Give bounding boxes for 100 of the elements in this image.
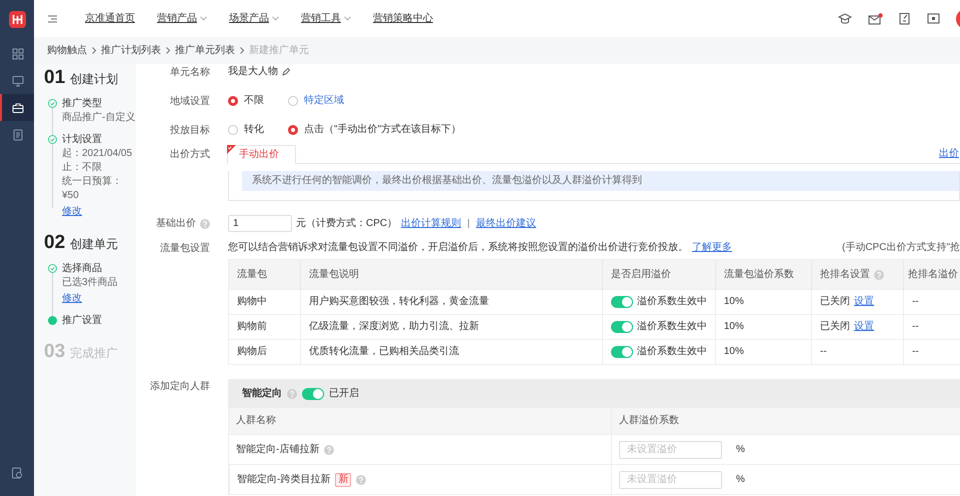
help-link[interactable]: 出价计算规则 xyxy=(401,218,462,230)
table-cell: -- xyxy=(904,314,960,340)
substep-detail: 商品推广-自定义 xyxy=(62,112,136,124)
toggle-switch[interactable] xyxy=(610,296,633,308)
toggle-status: 已开启 xyxy=(329,388,359,400)
table-cell: 购物中 xyxy=(228,290,300,314)
field-label: 添加定向人群 xyxy=(150,381,210,392)
table-cell: -- xyxy=(904,340,960,364)
nav-menu-item[interactable]: 营销工具 xyxy=(301,12,351,24)
rank-status-text: 已关闭 xyxy=(820,321,850,333)
table-cell: 10% xyxy=(715,290,812,314)
settings-icon[interactable] xyxy=(11,467,23,479)
selected-corner-icon xyxy=(227,145,236,154)
help-icon xyxy=(356,474,366,484)
bid-tab[interactable]: 手动出价 xyxy=(227,145,296,164)
edit-link[interactable]: 修改 xyxy=(62,206,82,218)
chevron-right-icon xyxy=(166,47,170,54)
sidebar-item[interactable] xyxy=(0,94,34,121)
column-header: 抢排名溢价 xyxy=(904,260,960,290)
mail-icon[interactable] xyxy=(868,12,883,24)
help-icon xyxy=(287,389,297,399)
chevron-right-icon xyxy=(240,47,244,54)
breadcrumb-link[interactable]: 购物触点 xyxy=(47,44,87,56)
screen-icon[interactable] xyxy=(927,13,940,24)
learn-more-link[interactable]: 了解更多 xyxy=(692,242,732,254)
percent-unit: % xyxy=(736,474,745,486)
info-notice: 系统不进行任何的智能调价，最终出价根据基础出价、流量包溢价以及人群溢价计算得到 xyxy=(242,171,959,191)
step-title: 完成推广 xyxy=(70,346,118,360)
settings-link[interactable]: 设置 xyxy=(854,296,874,308)
base-bid-input[interactable]: 1 xyxy=(228,215,292,232)
step-number: 01 xyxy=(44,67,66,90)
column-header: 是否启用溢价 xyxy=(602,260,716,290)
table-cell: 10% xyxy=(715,314,812,340)
percent-unit: % xyxy=(736,444,745,456)
logo-icon[interactable] xyxy=(8,11,26,28)
substep-title: 计划设置 xyxy=(62,134,103,146)
radio-button[interactable] xyxy=(228,96,238,106)
field-label: 单元名称 xyxy=(170,67,210,78)
field-label: 地域设置 xyxy=(170,96,210,107)
column-header: 人群名称 xyxy=(236,415,276,427)
description-text: 您可以结合营销诉求对流量包设置不同溢价，开启溢价后，系统将按照您设置的溢价出价进行竞价投放。 xyxy=(228,242,688,254)
bid-link[interactable]: 出价 xyxy=(939,148,959,160)
settings-link[interactable]: 设置 xyxy=(854,321,874,333)
grid-icon xyxy=(12,48,24,60)
substep-detail: 起：2021/04/05 xyxy=(62,148,132,160)
option-label[interactable]: 点击（"手动出价"方式在该目标下） xyxy=(304,124,462,136)
field-label: 投放目标 xyxy=(170,125,210,136)
substep-detail: ¥50 xyxy=(62,190,80,202)
nav-menu-item[interactable]: 京准通首页 xyxy=(85,12,135,24)
menu-icon[interactable] xyxy=(48,14,57,22)
breadcrumb-link[interactable]: 推广计划列表 xyxy=(101,44,161,56)
substep-title: 推广设置 xyxy=(62,314,102,327)
premium-input[interactable]: 未设置溢价 xyxy=(619,440,722,458)
column-header-text: 抢排名设置 xyxy=(820,268,870,280)
substep-detail: 止：不限 xyxy=(62,162,103,174)
option-link[interactable]: 特定区域 xyxy=(304,95,344,107)
field-label: 出价方式 xyxy=(170,149,210,160)
unit-name-value: 我是大人物 xyxy=(228,66,278,78)
radio-button[interactable] xyxy=(288,96,298,106)
graduation-cap-icon[interactable] xyxy=(838,12,852,24)
column-header: 流量包溢价系数 xyxy=(715,260,812,290)
premium-input[interactable]: 未设置溢价 xyxy=(619,470,722,488)
radio-button[interactable] xyxy=(288,125,298,135)
unit-text: 元（计费方式：CPC） xyxy=(296,218,398,230)
edit-link[interactable]: 修改 xyxy=(62,292,82,305)
radio-button[interactable] xyxy=(228,125,238,135)
help-link[interactable]: 最终出价建议 xyxy=(476,218,536,230)
table-cell: 购物后 xyxy=(228,340,300,364)
smart-targeting-label: 智能定向 xyxy=(242,388,282,400)
document-icon xyxy=(12,128,24,140)
column-header: 流量包说明 xyxy=(300,260,602,290)
nav-menu-item[interactable]: 营销产品 xyxy=(157,12,207,24)
toggle-switch[interactable] xyxy=(302,388,324,400)
field-label: 基础出价 xyxy=(156,218,196,230)
step-number: 02 xyxy=(44,232,66,255)
nav-menu-item[interactable]: 营销策略中心 xyxy=(373,12,433,24)
help-icon xyxy=(324,444,334,454)
briefcase-icon xyxy=(12,102,24,114)
note-text: (手动CPC出价方式支持"抢 xyxy=(842,242,960,254)
step-title: 创建单元 xyxy=(70,236,118,252)
step-title: 创建计划 xyxy=(70,72,118,86)
chevron-right-icon xyxy=(92,47,96,54)
rank-status-text: 已关闭 xyxy=(820,296,850,308)
table-cell: -- xyxy=(904,290,960,314)
toggle-switch[interactable] xyxy=(610,321,633,333)
status-text: 溢价系数生效中 xyxy=(636,321,707,333)
table-cell: 10% xyxy=(715,340,812,364)
toggle-switch[interactable] xyxy=(610,346,633,358)
substep-title: 推广类型 xyxy=(62,98,103,110)
option-label[interactable]: 转化 xyxy=(244,124,264,136)
substep-detail: 已选3件商品 xyxy=(62,276,118,289)
breadcrumb-link[interactable]: 推广单元列表 xyxy=(175,44,235,56)
option-label[interactable]: 不限 xyxy=(244,95,264,107)
nav-menu-item[interactable]: 场景产品 xyxy=(229,12,279,24)
table-cell: 亿级流量，深度浏览，助力引流、拉新 xyxy=(300,314,602,340)
status-text: 溢价系数生效中 xyxy=(636,296,707,308)
edit-icon[interactable] xyxy=(282,68,290,76)
substep-title: 选择商品 xyxy=(62,262,103,275)
edit-document-icon[interactable] xyxy=(899,12,911,25)
help-icon xyxy=(874,270,884,280)
